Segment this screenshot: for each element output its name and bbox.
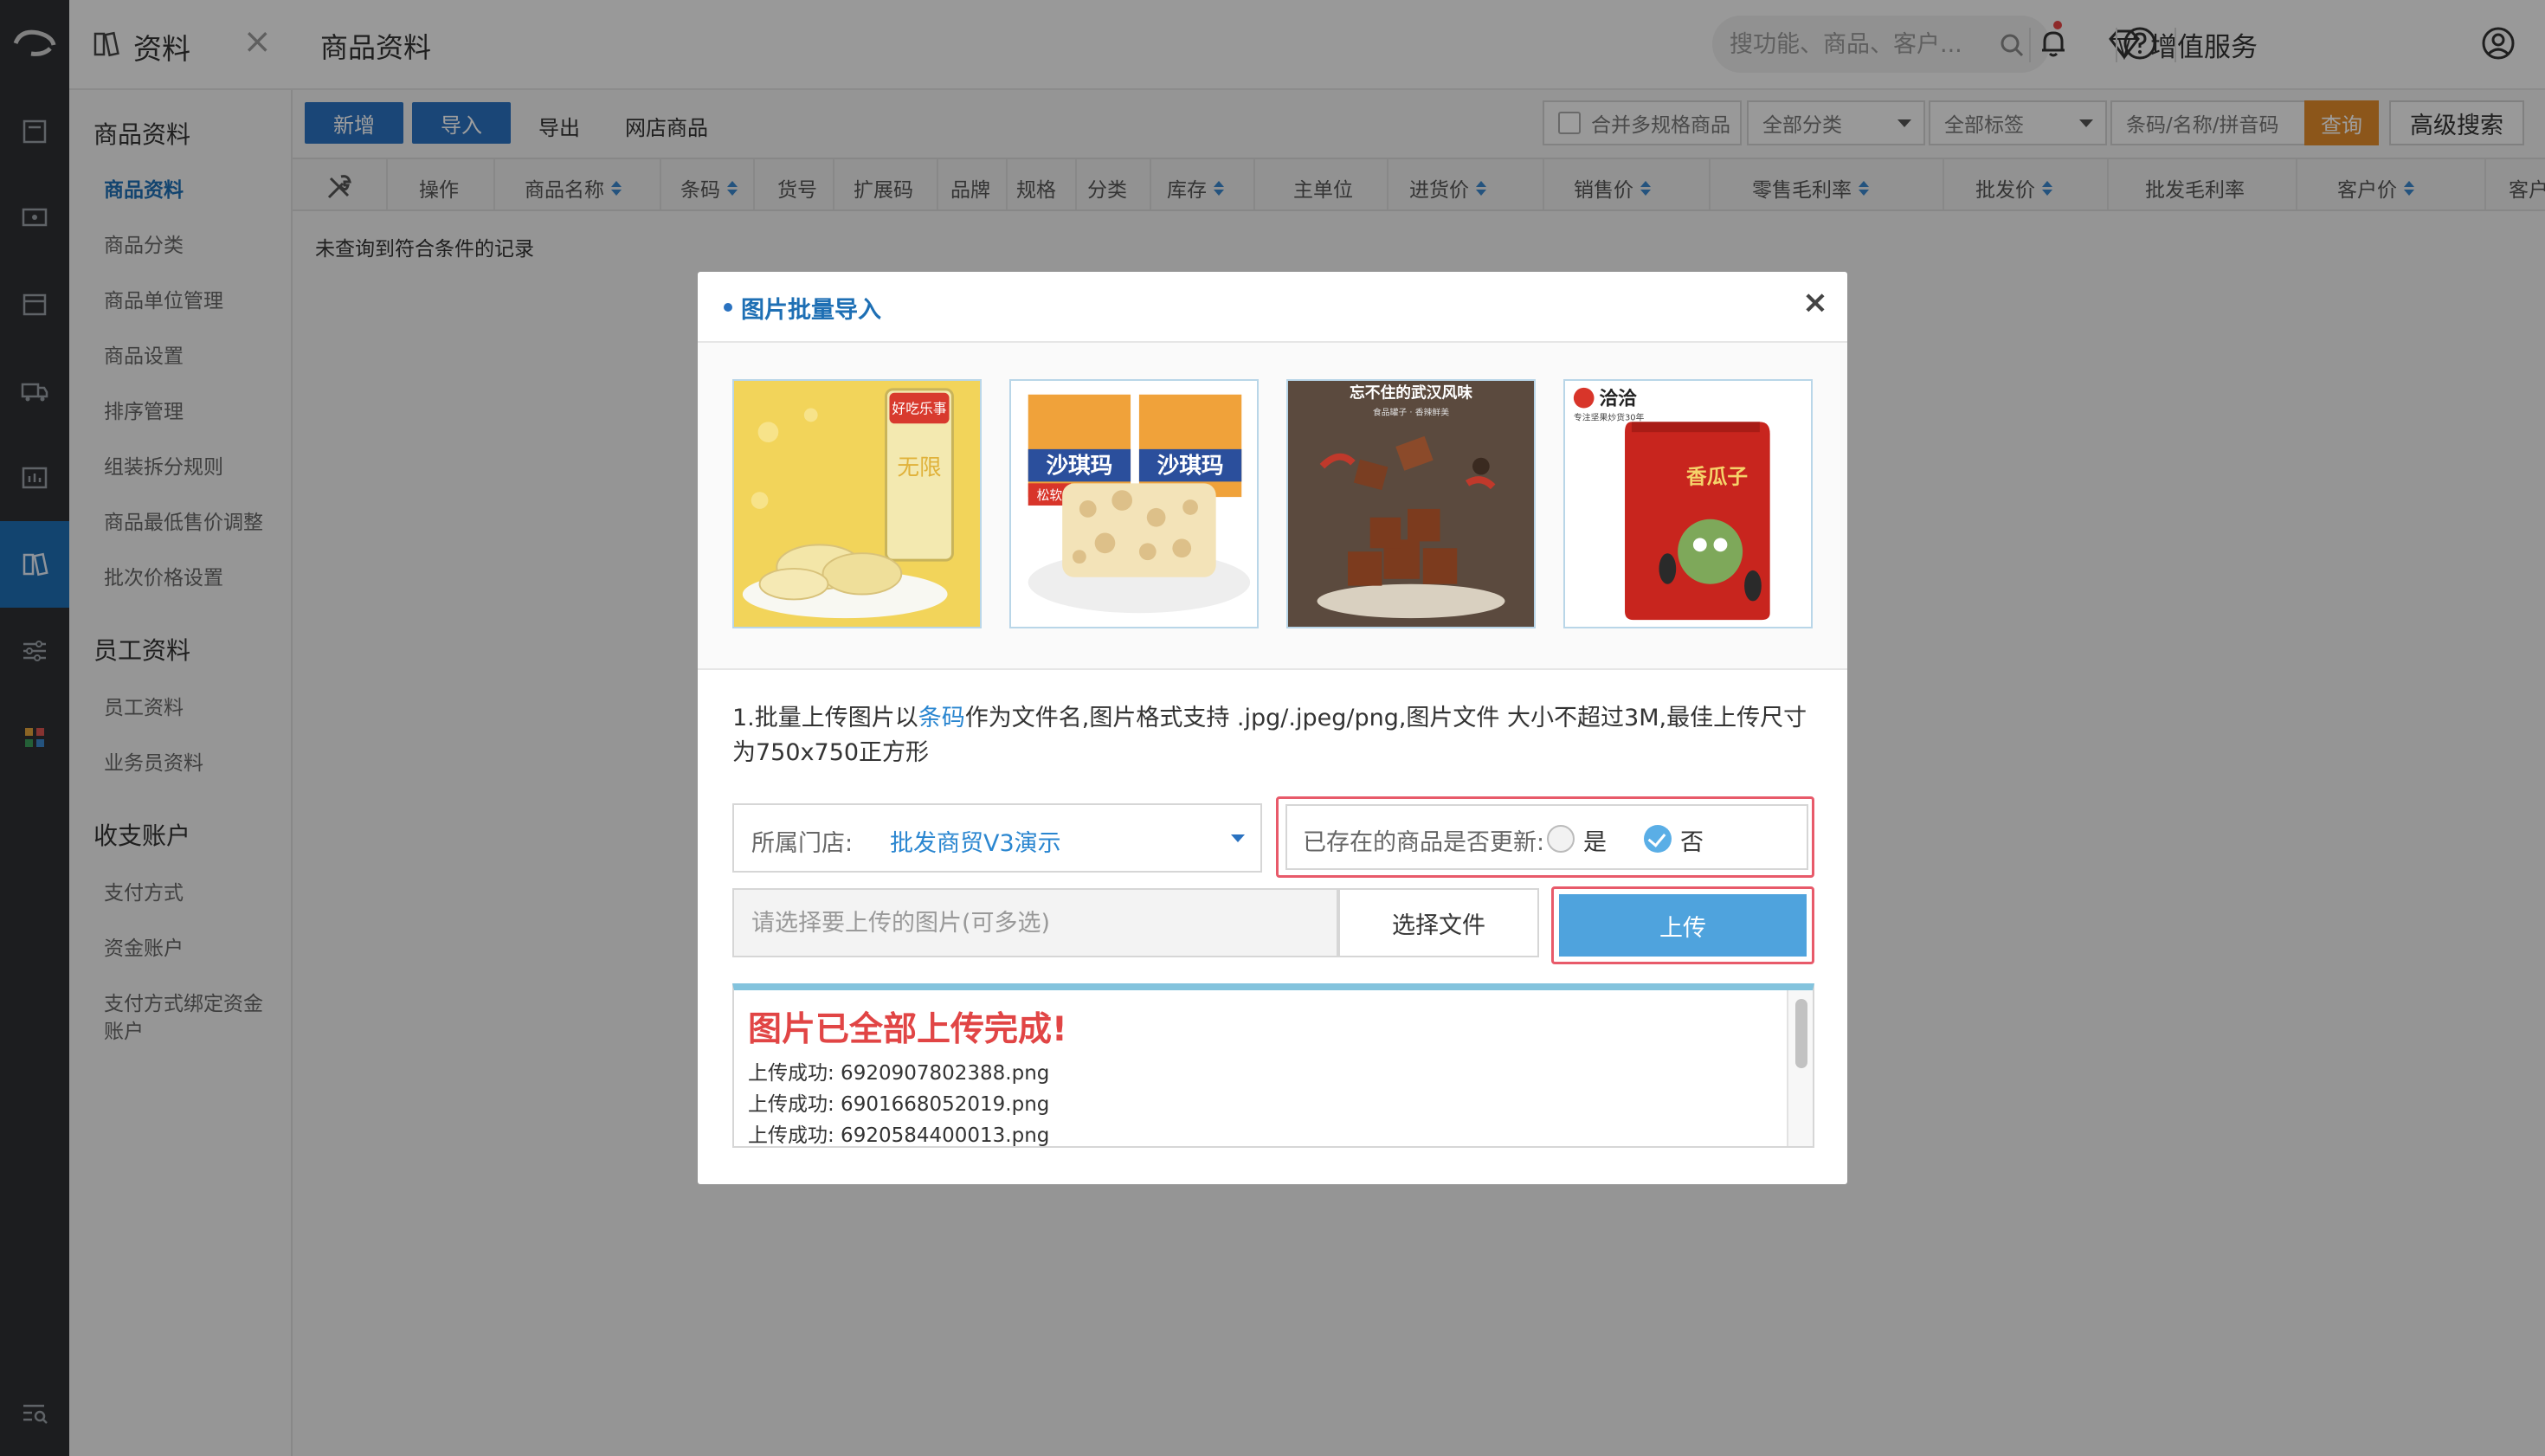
update-no-radio[interactable] [1644,825,1672,853]
log-scrollbar[interactable] [1787,990,1813,1146]
upload-instructions: 1.批量上传图片以条码作为文件名,图片格式支持 .jpg/.jpeg/png,图… [732,701,1814,770]
close-icon[interactable]: × [1802,287,1828,319]
sample-image-sachima: 沙琪玛 沙琪玛 松软 [1009,379,1259,628]
seeds-name-text: 香瓜子 [1686,464,1748,488]
choose-file-button[interactable]: 选择文件 [1338,888,1539,957]
chips-name-text: 无限 [897,454,941,480]
sample-images-area: 好吃乐事 无限 沙琪玛 沙琪玛 松软 忘不住的武汉风味 食品罐子 · 香辣鲜美 … [698,343,1847,670]
update-existing-label: 已存在的商品是否更新: [1303,829,1545,856]
upload-log: 图片已全部上传完成! 上传成功: 6920907802388.png 上传成功:… [732,983,1814,1148]
tofu-sub-text: 食品罐子 · 香辣鲜美 [1373,406,1449,417]
upload-log-line: 上传成功: 6920907802388.png [748,1062,1050,1085]
update-no-label[interactable]: 否 [1680,823,1704,857]
store-select[interactable]: 所属门店: 批发商贸V3演示 [732,803,1262,873]
sample-image-spicy-tofu: 忘不住的武汉风味 食品罐子 · 香辣鲜美 [1286,379,1536,628]
dialog-title: 图片批量导入 [741,297,881,324]
chips-brand-text: 好吃乐事 [892,400,946,416]
pastry-brand-text: 沙琪玛 [1046,454,1112,480]
instructions-prefix: 1.批量上传图片以 [732,705,918,731]
instructions-barcode-highlight: 条码 [918,705,965,731]
store-value: 批发商贸V3演示 [890,830,1061,857]
title-dot-icon [724,303,732,312]
upload-button[interactable]: 上传 [1559,894,1807,957]
file-path-field[interactable] [732,888,1338,957]
update-yes-radio[interactable] [1547,825,1575,853]
tofu-headline-text: 忘不住的武汉风味 [1350,383,1472,403]
update-existing-option: 已存在的商品是否更新: 是 否 [1285,804,1808,870]
sample-image-potato-chips: 好吃乐事 无限 [732,379,982,628]
upload-log-line: 上传成功: 6901668052019.png [748,1093,1050,1116]
upload-complete-message: 图片已全部上传完成! [748,1010,1067,1049]
seeds-brand-text: 洽洽 [1599,388,1637,410]
update-yes-label[interactable]: 是 [1583,823,1607,857]
chevron-down-icon[interactable] [1231,834,1245,842]
seeds-slogan-text: 专注坚果炒货30年 [1574,411,1645,422]
pastry-brand-text-2: 沙琪玛 [1157,454,1224,480]
pastry-tag-text: 松软 [1037,488,1063,503]
dialog-header: 图片批量导入 × [698,272,1847,343]
sample-image-sunflower-seeds: 洽洽 专注坚果炒货30年 香瓜子 [1563,379,1813,628]
file-path-input[interactable] [751,890,1305,956]
image-import-dialog: 图片批量导入 × 好吃乐事 无限 沙琪玛 沙琪玛 松软 忘不住的武汉风味 食品罐… [698,272,1847,1184]
upload-button-highlight: 上传 [1551,886,1814,964]
store-label: 所属门店: [751,830,854,857]
update-option-highlight: 已存在的商品是否更新: 是 否 [1276,796,1814,878]
log-scrollbar-thumb[interactable] [1795,999,1807,1068]
upload-log-line: 上传成功: 6920584400013.png [748,1124,1050,1147]
